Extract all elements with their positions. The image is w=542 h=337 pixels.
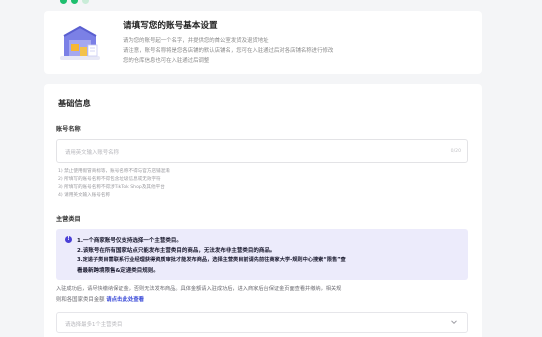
intro-card: 请填写您的账号基本设置 请为您的账号起一个名字，并提供您的首公室发货及退货地址 …	[44, 11, 482, 74]
deposit-note: 则和各国家类目金额 请点击此处查看	[56, 295, 144, 303]
notice-line: 2.该账号在所有国家站点只能发布主营类目的商品，无法发布非主营类目的商品。	[77, 248, 276, 254]
category-label: 主营类目	[56, 216, 81, 223]
notice-line: 看最新跨境限售&定递类目规则。	[77, 268, 159, 274]
notice-line: 1.一个商家账号仅支持选择一个主营类目。	[77, 238, 182, 244]
deposit-note-text: 则和各国家类目金额	[56, 297, 105, 303]
intro-desc-line: 您的仓库信息也可在入驻通过后调整	[123, 58, 210, 64]
category-select[interactable]: 请选择最多1个主营类目	[56, 312, 468, 333]
step-dot	[60, 0, 67, 4]
basic-info-card: 基础信息 账号名称 请用英文输入账号名称 0/20 1) 禁止使用假冒商标等，账…	[44, 84, 482, 337]
category-select-placeholder: 请选择最多1个主营类目	[65, 322, 123, 328]
warehouse-illustration-icon	[60, 25, 100, 60]
category-notice: ! 1.一个商家账号仅支持选择一个主营类目。 2.该账号在所有国家站点只能发布主…	[56, 229, 468, 280]
account-name-hint: 4) 请用英文输入账号名称	[58, 193, 111, 198]
char-counter: 0/20	[450, 149, 461, 154]
account-name-hint: 1) 禁止使用假冒商标等，账号名称不得与官方店铺混淆	[58, 169, 170, 174]
step-dot	[82, 0, 89, 4]
intro-desc-line: 请为您的账号起一个名字，并提供您的首公室发货及退货地址	[123, 38, 269, 44]
info-icon: !	[65, 236, 72, 243]
step-dot	[71, 0, 78, 4]
account-name-label: 账号名称	[56, 126, 81, 133]
progress-dots	[60, 0, 89, 4]
account-name-input[interactable]: 请用英文输入账号名称 0/20	[56, 139, 468, 163]
notice-line: 3.定递子类目需联系行业经理获得资质审批才能发布商品，选择主营类目前请先前往商家…	[77, 257, 346, 263]
intro-title: 请填写您的账号基本设置	[123, 21, 218, 31]
account-name-placeholder: 请用英文输入账号名称	[65, 150, 119, 156]
account-name-hint: 3) 所填写的账号名称不得涉TikTok Shop及其他平台	[58, 185, 165, 190]
intro-desc-line: 请注意，账号名称将是您各店铺的默认店铺名，您可在入驻通过后对各店铺名称进行修改	[123, 48, 334, 54]
chevron-down-icon	[451, 320, 457, 325]
deposit-note: 入驻成功后，请尽快缴纳保证金，否则无法发布商品。具体金额请入驻成功后，进入商家后…	[56, 286, 342, 292]
account-name-hint: 2) 所填写的账号名称不得包含垃圾信息或无效字符	[58, 177, 161, 182]
view-rules-link[interactable]: 请点击此处查看	[106, 297, 144, 303]
section-title: 基础信息	[58, 98, 91, 108]
